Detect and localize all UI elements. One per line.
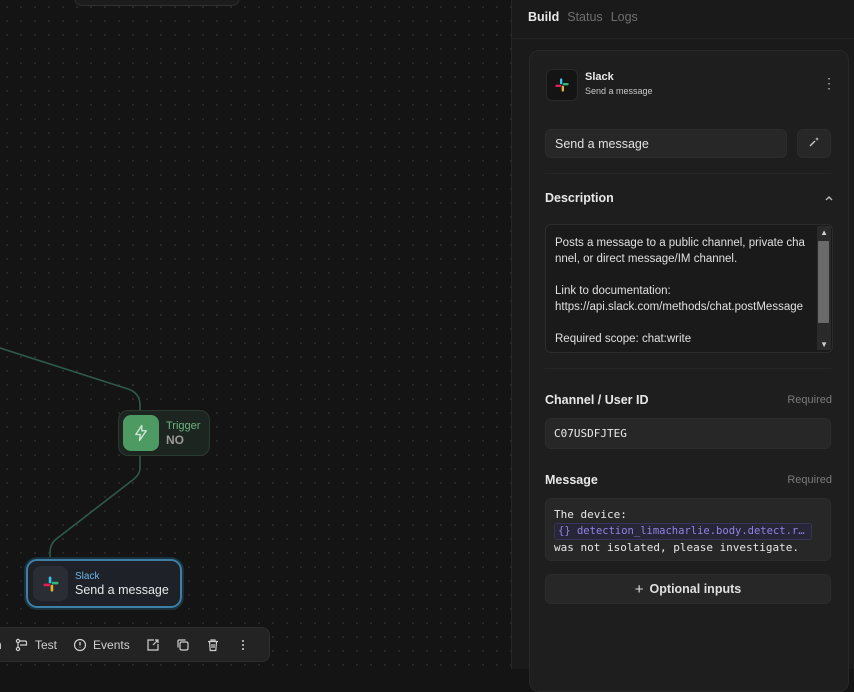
trash-icon <box>206 638 220 652</box>
workflow-canvas[interactable]: Trigger NO Slack Send a message n Test <box>0 0 511 669</box>
divider <box>545 173 831 174</box>
trigger-node[interactable]: Trigger NO <box>118 410 210 456</box>
node-config-card: Slack Send a message ⋮ Send a message De… <box>529 50 849 692</box>
lightning-icon <box>123 415 159 451</box>
channel-label: Channel / User ID <box>545 393 649 407</box>
slack-node-action: Send a message <box>75 583 169 597</box>
description-text: Posts a message to a public channel, pri… <box>555 237 805 345</box>
slack-icon <box>546 69 578 101</box>
more-button[interactable] <box>236 638 250 652</box>
duplicate-button[interactable] <box>176 638 190 652</box>
message-input[interactable]: The device: {} detection_limacharlie.bod… <box>545 498 831 561</box>
tab-build[interactable]: Build <box>528 10 559 24</box>
divider <box>545 368 831 369</box>
tab-logs[interactable]: Logs <box>611 10 638 24</box>
description-label: Description <box>545 191 614 205</box>
channel-id-input[interactable]: C07USDFJTEG <box>545 418 831 449</box>
test-button-label: Test <box>35 637 58 652</box>
message-required-badge: Required <box>787 474 832 486</box>
message-line: The device: <box>554 508 627 521</box>
slack-node[interactable]: Slack Send a message <box>26 559 182 608</box>
slack-node-app: Slack <box>75 571 100 582</box>
test-button[interactable]: Test <box>15 638 57 652</box>
slack-icon <box>33 566 68 601</box>
node-app-title: Slack <box>585 71 614 83</box>
chevron-up-icon[interactable] <box>824 191 834 205</box>
export-button[interactable] <box>146 638 160 652</box>
node-name-input[interactable]: Send a message <box>545 129 787 158</box>
ai-assist-button[interactable] <box>797 129 831 158</box>
branch-icon <box>15 638 29 652</box>
magic-wand-icon <box>808 136 820 151</box>
export-icon <box>146 638 160 652</box>
edge-trigger-to-slack <box>49 454 141 560</box>
delete-button[interactable] <box>206 638 220 652</box>
description-textarea[interactable]: Posts a message to a public channel, pri… <box>545 224 833 353</box>
tab-status[interactable]: Status <box>567 10 602 24</box>
edge-to-trigger <box>0 347 141 412</box>
more-vertical-icon <box>236 638 250 652</box>
channel-required-badge: Required <box>787 394 832 406</box>
optional-inputs-label: Optional inputs <box>649 582 742 596</box>
node-action-subtitle: Send a message <box>585 86 653 96</box>
plus-icon: + <box>634 580 644 598</box>
message-label: Message <box>545 473 598 487</box>
toolbar-overflow-label: n <box>0 638 15 652</box>
more-vertical-icon[interactable]: ⋮ <box>822 73 836 93</box>
trigger-node-type: Trigger <box>166 420 201 432</box>
variable-chip-text: detection_limacharlie.body.detect.routin… <box>576 525 811 537</box>
info-circle-icon <box>73 638 87 652</box>
tabs-divider <box>512 38 854 39</box>
panel-tabs: Build Status Logs <box>528 10 638 24</box>
events-button-label: Events <box>93 637 130 652</box>
node-toolbar: n Test Events <box>0 627 270 662</box>
events-button[interactable]: Events <box>73 638 130 652</box>
message-line: was not isolated, please investigate. <box>554 541 800 554</box>
properties-panel: Build Status Logs Slack Send a message ⋮… <box>511 0 854 692</box>
trigger-node-value: NO <box>166 433 184 447</box>
variable-chip[interactable]: {} detection_limacharlie.body.detect.rou… <box>554 523 812 540</box>
scroll-down-icon[interactable]: ▼ <box>820 340 828 349</box>
optional-inputs-button[interactable]: + Optional inputs <box>545 574 831 604</box>
copy-icon <box>176 638 190 652</box>
braces-icon: {} <box>558 525 571 537</box>
scroll-up-icon[interactable]: ▲ <box>820 228 828 237</box>
scrollbar-thumb[interactable] <box>818 241 829 323</box>
